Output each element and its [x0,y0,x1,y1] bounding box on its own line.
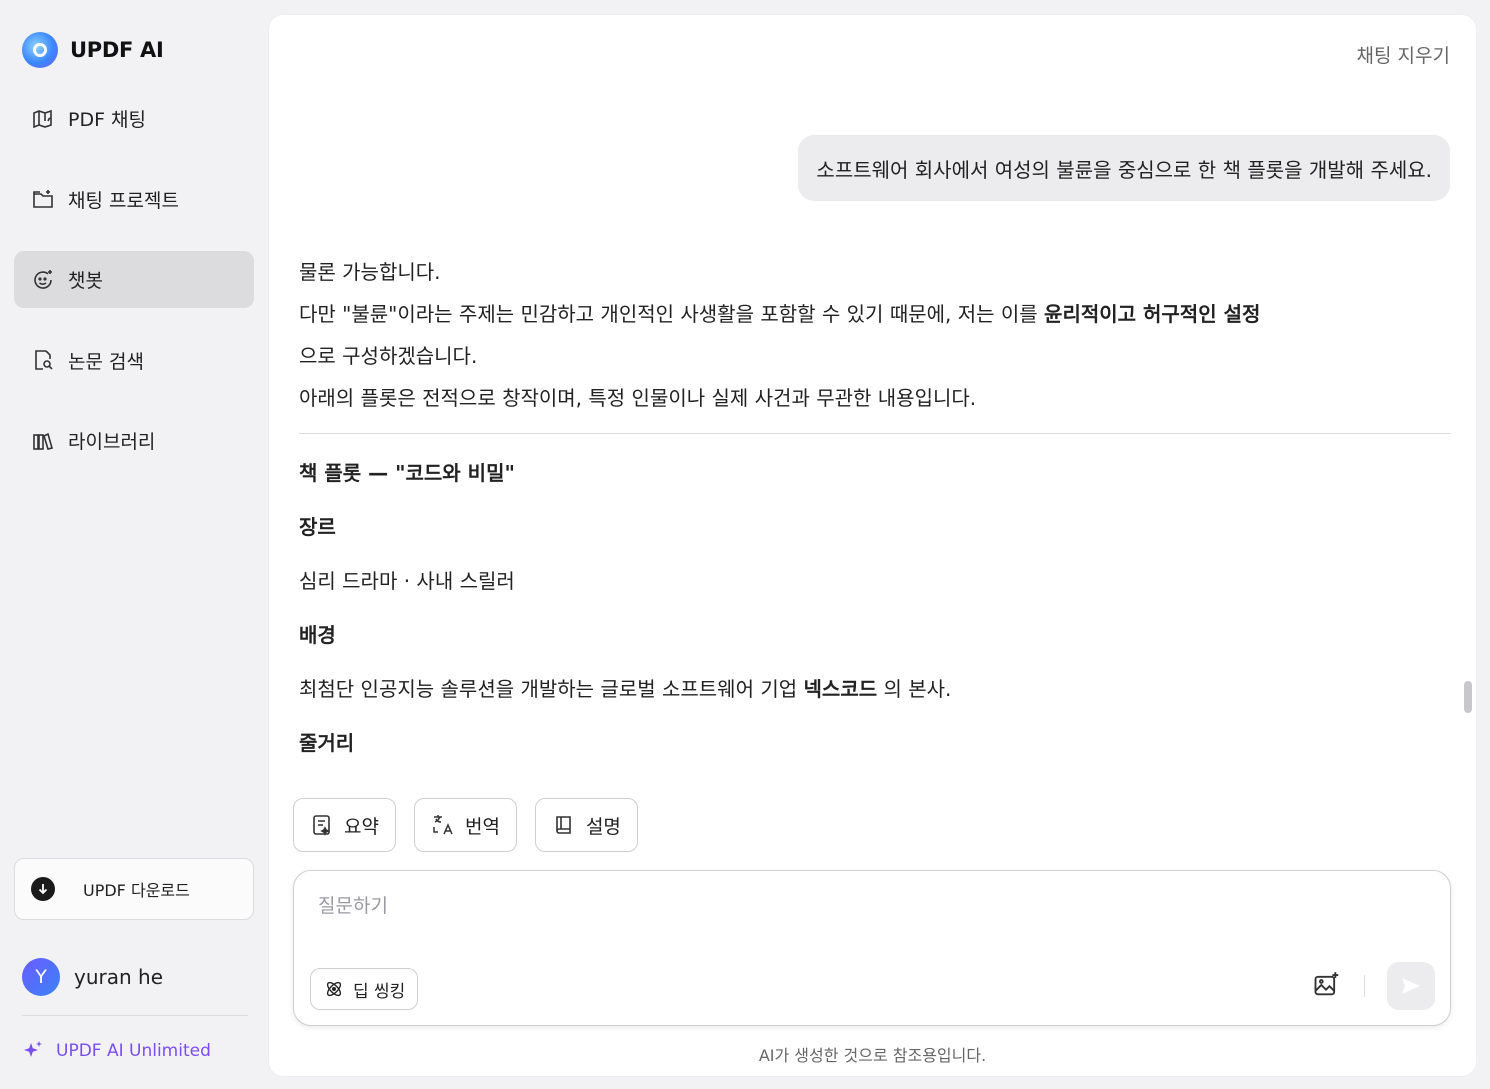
scrollbar-thumb[interactable] [1464,681,1472,713]
send-icon [1402,978,1420,994]
book-icon [556,816,571,834]
atom-icon [326,981,342,997]
sidebar-item-label: 라이브러리 [68,431,156,453]
user-message-bubble: 소프트웨어 회사에서 여성의 불륜을 중심으로 한 책 플롯을 개발해 주세요. [798,135,1450,201]
translate-button[interactable]: 번역 [413,798,517,852]
sidebar: UPDF AI PDF 채팅 채팅 프로젝트 챗봇 논문 검색 라이브러리 UP… [0,0,268,1089]
translate-icon [433,815,453,835]
download-label: UPDF 다운로드 [83,881,190,900]
send-button[interactable] [1387,962,1435,1010]
download-button[interactable]: UPDF 다운로드 [14,858,254,920]
folder-chat-icon [30,186,56,212]
sidebar-nav: PDF 채팅 채팅 프로젝트 챗봇 논문 검색 라이브러리 [14,90,254,493]
explain-button[interactable]: 설명 [534,798,638,852]
answer-line: 아래의 플롯은 전적으로 창작이며, 특정 인물이나 실제 사건과 무관한 내용… [299,386,977,410]
answer-divider [299,433,1451,434]
question-input[interactable] [318,891,1218,921]
quick-actions: 요약 번역 설명 [293,798,638,852]
clear-chat-button[interactable]: 채팅 지우기 [1357,41,1450,68]
paper-search-icon [30,347,56,373]
message-composer: 딥 씽킹 [293,870,1451,1026]
download-icon [31,877,55,901]
sidebar-item-label: PDF 채팅 [68,109,147,131]
genre-text: 심리 드라마 · 사내 스릴러 [299,569,515,593]
sidebar-divider [22,1015,248,1016]
chatbot-icon [30,267,56,293]
explain-label: 설명 [585,815,621,838]
ai-answer: 물론 가능합니다. 다만 "불륜"이라는 주제는 민감하고 개인적인 사생활을 … [299,251,1451,770]
sidebar-item-pdf-chat[interactable]: PDF 채팅 [14,90,254,147]
deep-thinking-button[interactable]: 딥 씽킹 [310,968,419,1010]
chat-panel: 채팅 지우기 소프트웨어 회사에서 여성의 불륜을 중심으로 한 책 플롯을 개… [269,15,1476,1076]
sidebar-item-paper-search[interactable]: 논문 검색 [14,332,254,389]
summarize-label: 요약 [344,815,379,838]
answer-line: 으로 구성하겠습니다. [299,344,478,368]
sidebar-item-library[interactable]: 라이브러리 [14,412,254,469]
brand-title: UPDF AI [70,38,164,62]
sparkle-icon [24,1041,42,1057]
sidebar-item-chat-project[interactable]: 채팅 프로젝트 [14,171,254,228]
sidebar-item-label: 논문 검색 [68,350,144,373]
translate-label: 번역 [464,815,500,838]
summarize-button[interactable]: 요약 [293,798,396,852]
library-icon [30,428,56,454]
pdf-chat-icon [30,106,56,132]
setting-text: 최첨단 인공지능 솔루션을 개발하는 글로벌 소프트웨어 기업 넥스코드 의 본… [299,677,952,701]
avatar: Y [22,958,60,996]
composer-divider [1364,975,1365,997]
user-name: yuran he [74,965,164,989]
summary-icon [313,815,330,836]
genre-heading: 장르 [299,515,336,539]
answer-line: 다만 "불륜"이라는 주제는 민감하고 개인적인 사생활을 포함할 수 있기 때… [299,302,1261,326]
unlimited-label: UPDF AI Unlimited [56,1041,211,1061]
sidebar-item-chatbot[interactable]: 챗봇 [14,251,254,308]
unlimited-link[interactable]: UPDF AI Unlimited [22,1040,211,1062]
sidebar-item-label: 채팅 프로젝트 [68,189,179,212]
user-profile[interactable]: Y yuran he [22,958,163,996]
user-message-text: 소프트웨어 회사에서 여성의 불륜을 중심으로 한 책 플롯을 개발해 주세요. [816,157,1432,182]
brand[interactable]: UPDF AI [22,32,164,68]
ai-disclaimer: AI가 생성한 것으로 참조용입니다. [758,1046,987,1065]
updf-logo-icon [22,32,58,68]
plot-title: 책 플롯 — "코드와 비밀" [299,461,515,485]
story-heading: 줄거리 [299,731,355,755]
deep-thinking-label: 딥 씽킹 [353,981,406,1002]
answer-line: 물론 가능합니다. [299,260,441,284]
image-upload-icon[interactable] [1312,971,1340,999]
setting-heading: 배경 [299,623,336,647]
sidebar-item-label: 챗봇 [68,270,103,292]
